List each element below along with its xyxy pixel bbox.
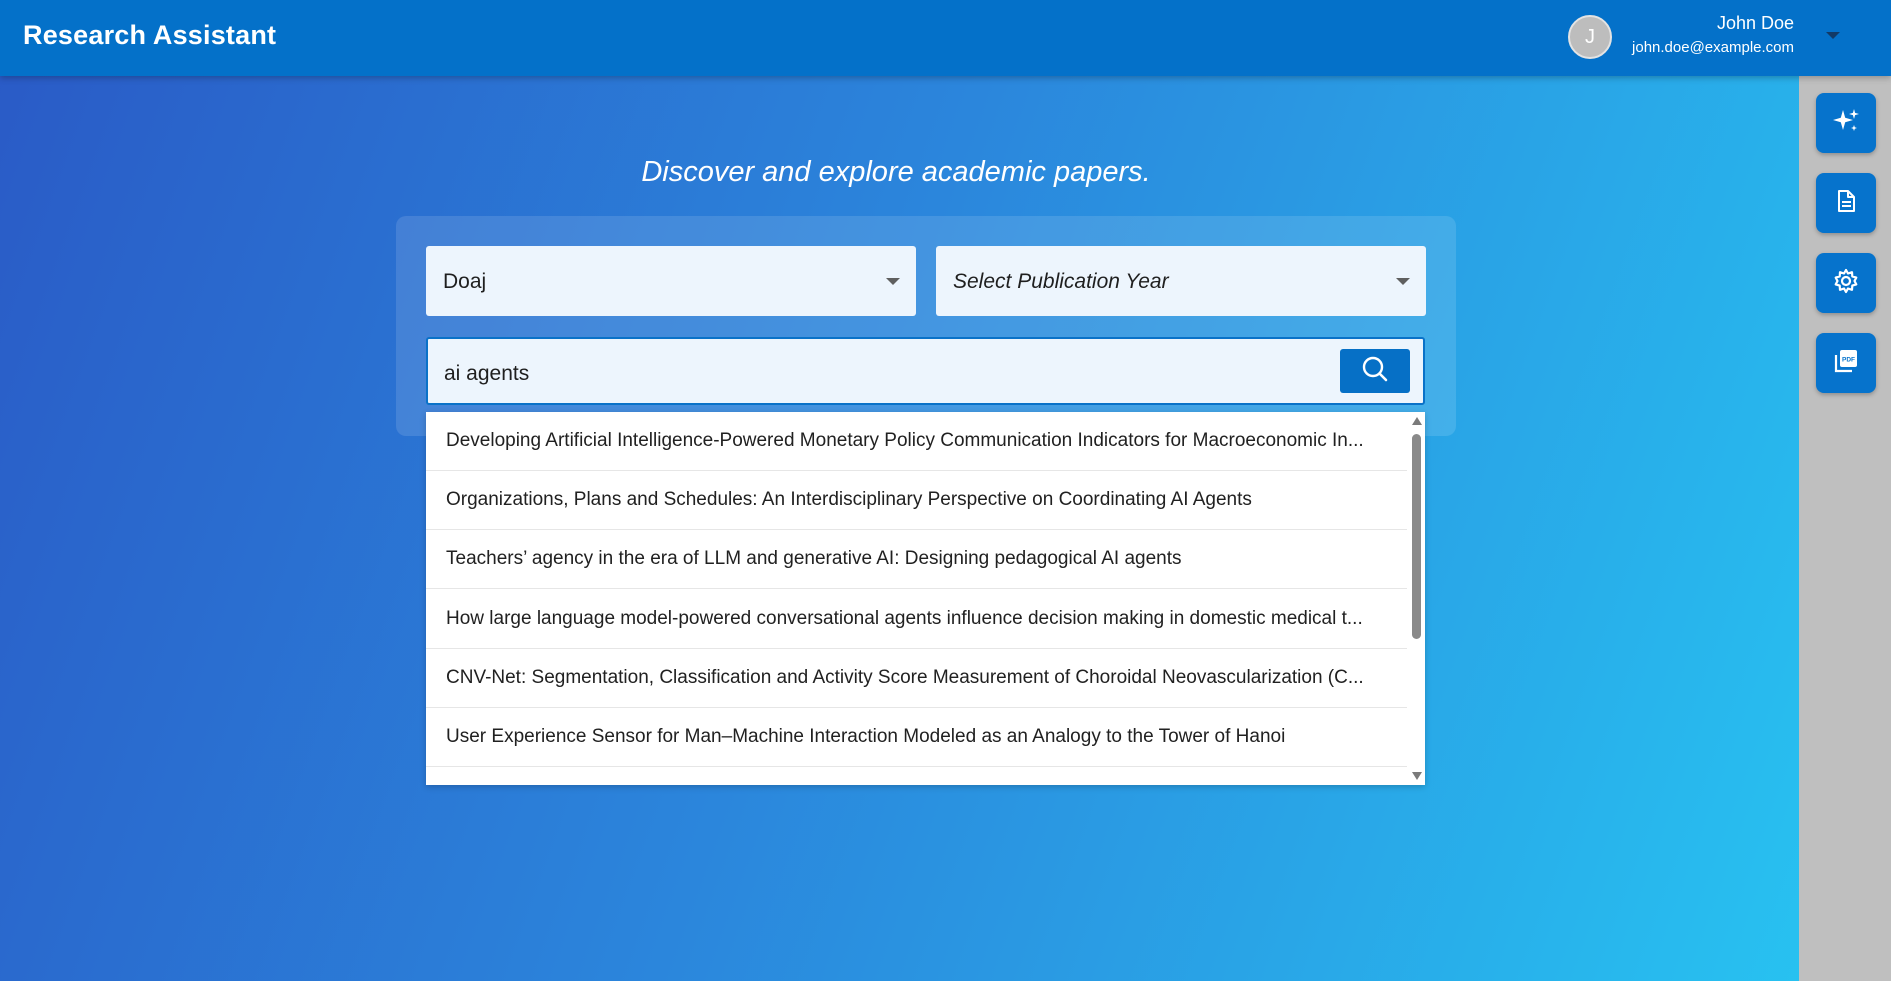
search-button[interactable] [1340, 349, 1410, 393]
result-title: CNV-Net: Segmentation, Classification an… [446, 667, 1364, 688]
app-title: Research Assistant [23, 20, 277, 50]
gear-icon [1832, 267, 1860, 300]
list-item[interactable]: Teachers’ agency in the era of LLM and g… [426, 530, 1407, 589]
user-info[interactable]: John Doe john.doe@example.com [1620, 12, 1794, 59]
list-item[interactable]: How large language model-powered convers… [426, 590, 1407, 649]
list-item[interactable]: User Experience Sensor for Man–Machine I… [426, 708, 1407, 767]
svg-text:PDF: PDF [1842, 356, 1855, 363]
chevron-down-icon [886, 278, 900, 285]
search-suggestions-list: Developing Artificial Intelligence-Power… [426, 412, 1425, 785]
ai-assistant-button[interactable] [1816, 93, 1876, 153]
publication-year-placeholder: Select Publication Year [953, 270, 1169, 293]
results-scrollbar[interactable] [1408, 412, 1425, 785]
user-email: john.doe@example.com [1632, 39, 1794, 56]
avatar[interactable]: J [1568, 15, 1612, 59]
result-title: Organizations, Plans and Schedules: An I… [446, 489, 1252, 510]
pdf-icon: PDF [1832, 347, 1860, 380]
chevron-down-icon [1396, 278, 1410, 285]
settings-button[interactable] [1816, 253, 1876, 313]
result-title: User Experience Sensor for Man–Machine I… [446, 726, 1286, 747]
list-item[interactable]: Developing Artificial Intelligence-Power… [426, 412, 1407, 471]
page-tagline: Discover and explore academic papers. [641, 156, 1151, 188]
publication-year-select[interactable]: Select Publication Year [936, 246, 1426, 316]
result-title: Developing Artificial Intelligence-Power… [446, 430, 1364, 451]
result-title: How large language model-powered convers… [446, 608, 1363, 629]
source-select-value: Doaj [443, 270, 487, 293]
search-box [426, 337, 1425, 405]
scroll-up-arrow-icon[interactable] [1412, 417, 1422, 425]
right-tool-rail: PDF [1799, 76, 1891, 981]
user-name: John Doe [1716, 13, 1794, 33]
list-item[interactable]: Organizations, Plans and Schedules: An I… [426, 471, 1407, 530]
app-root: Research Assistant J John Doe john.doe@e… [0, 0, 1891, 981]
scrollbar-thumb[interactable] [1412, 434, 1421, 639]
pdf-library-button[interactable]: PDF [1816, 333, 1876, 393]
list-item[interactable]: CNV-Net: Segmentation, Classification an… [426, 649, 1407, 708]
document-button[interactable] [1816, 173, 1876, 233]
search-input[interactable] [444, 361, 1324, 387]
scroll-down-arrow-icon[interactable] [1412, 772, 1422, 780]
source-select[interactable]: Doaj [426, 246, 916, 316]
document-icon [1833, 188, 1859, 219]
sparkle-icon [1831, 106, 1861, 141]
top-header: Research Assistant J John Doe john.doe@e… [0, 0, 1891, 76]
search-icon [1361, 355, 1389, 388]
result-title: Teachers’ agency in the era of LLM and g… [446, 548, 1182, 569]
user-menu-chevron-down-icon[interactable] [1826, 32, 1840, 39]
